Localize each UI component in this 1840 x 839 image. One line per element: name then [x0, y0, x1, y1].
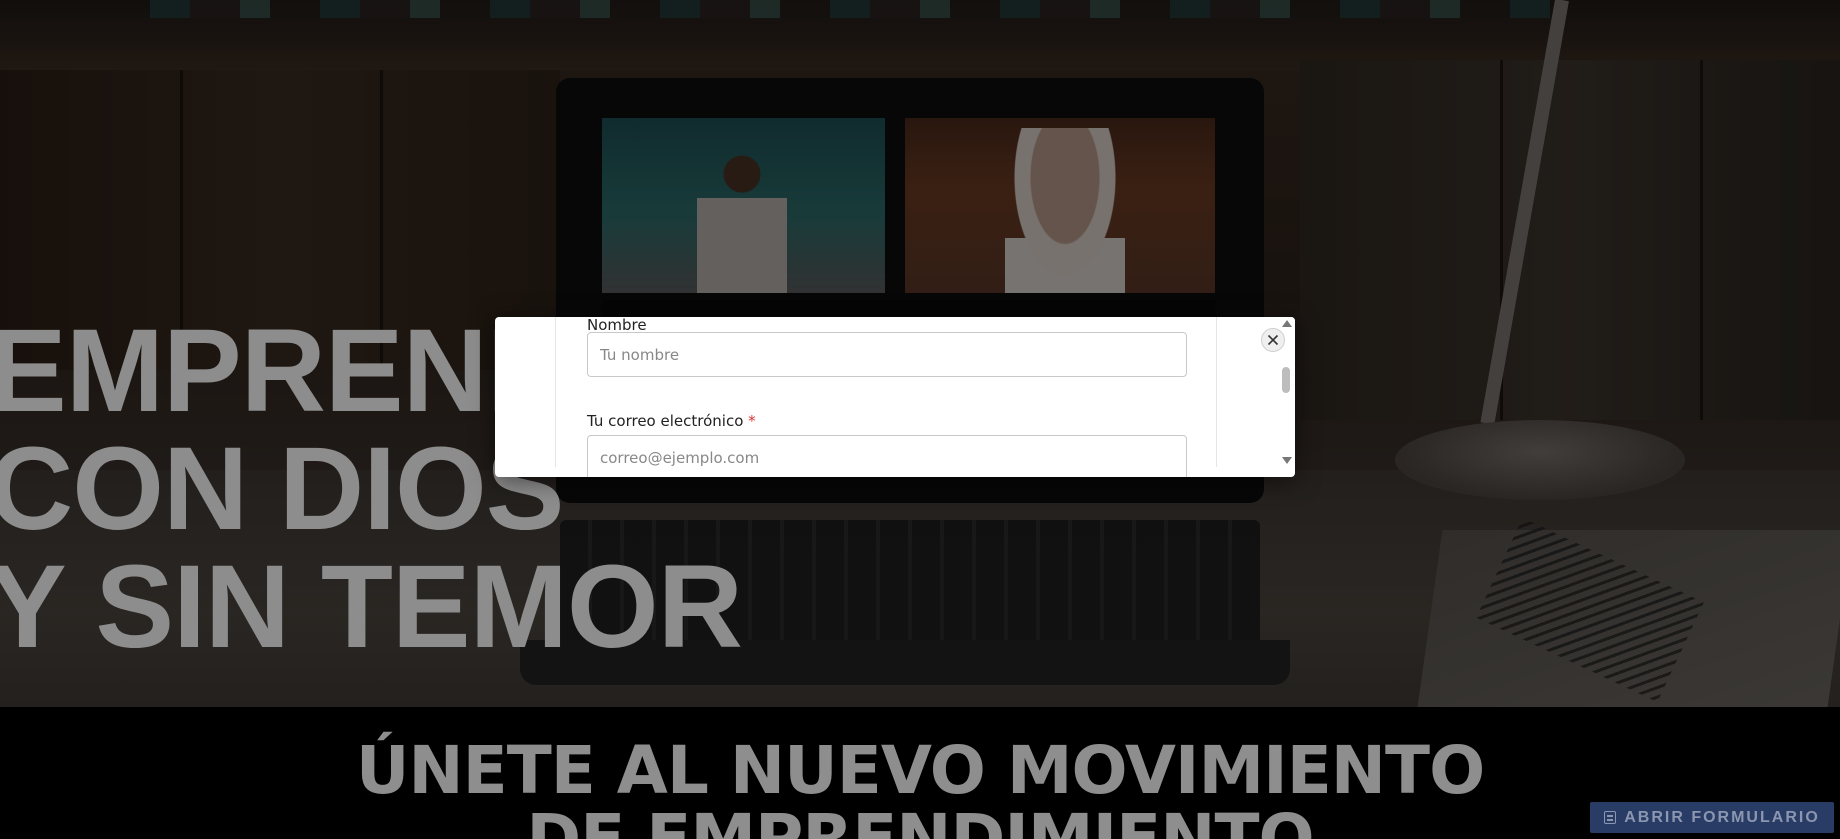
section-title: ÚNETE AL NUEVO MOVIMIENTO DE EMPRENDIMIE… [355, 732, 1485, 839]
open-form-label: ABRIR FORMULARIO [1624, 808, 1820, 826]
scroll-thumb[interactable] [1282, 367, 1290, 393]
name-input[interactable] [587, 332, 1187, 377]
form-icon [1604, 811, 1617, 824]
section-band: ÚNETE AL NUEVO MOVIMIENTO DE EMPRENDIMIE… [0, 707, 1840, 839]
form-modal: Nombre Tu correo electrónico * [495, 317, 1295, 477]
scroll-up-arrow-icon[interactable] [1282, 320, 1292, 327]
required-mark: * [748, 412, 756, 430]
close-icon [1267, 334, 1279, 346]
scroll-down-arrow-icon[interactable] [1282, 457, 1292, 464]
open-form-button[interactable]: ABRIR FORMULARIO [1590, 802, 1834, 833]
email-label: Tu correo electrónico * [587, 412, 756, 430]
email-input[interactable] [587, 435, 1187, 477]
email-label-text: Tu correo electrónico [587, 412, 744, 430]
close-modal-button[interactable] [1261, 328, 1285, 352]
